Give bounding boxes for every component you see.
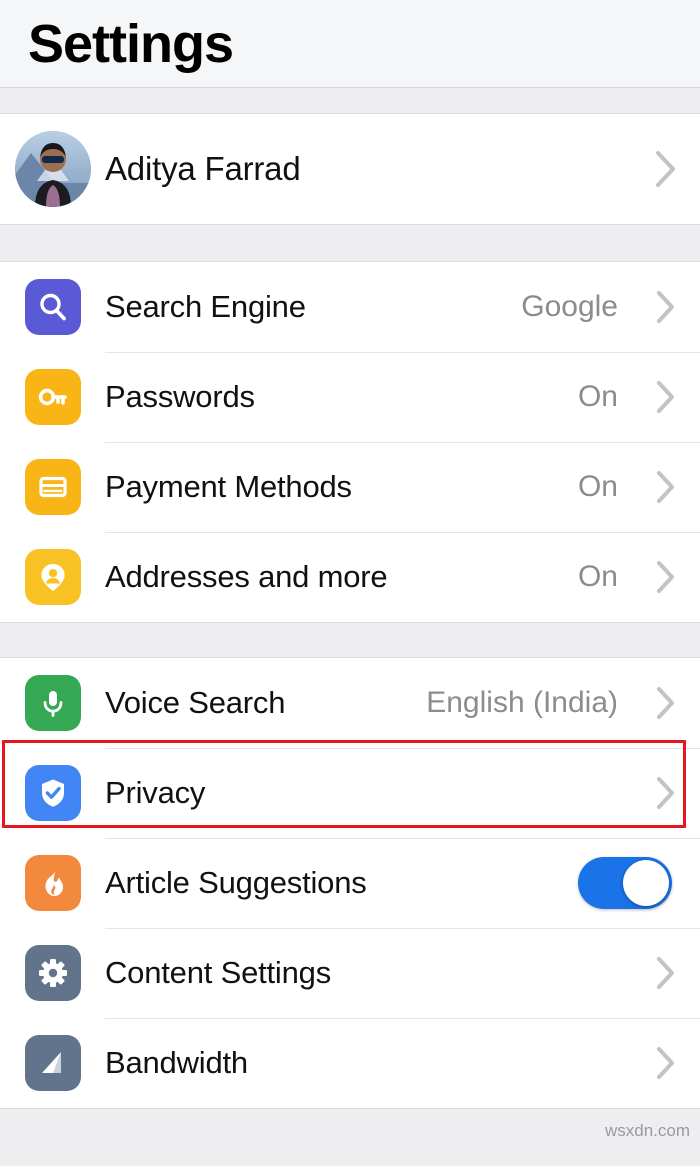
flame-icon (24, 855, 81, 911)
chevron-right-icon (640, 776, 692, 810)
search-icon (24, 279, 81, 335)
settings-row-passwords[interactable]: Passwords On (0, 352, 700, 442)
row-label: Content Settings (105, 955, 332, 990)
group-spacer-top (0, 88, 700, 114)
icon-slot (0, 369, 105, 425)
settings-row-addresses-and-more[interactable]: Addresses and more On (0, 532, 700, 622)
row-value: On (577, 560, 618, 593)
credit-card-icon (24, 459, 81, 515)
chevron-right-icon (640, 686, 692, 720)
watermark: wsxdn.com (604, 1121, 690, 1140)
microphone-icon (24, 675, 81, 731)
profile-group: Aditya Farrad (0, 114, 700, 224)
toggle-knob (623, 860, 669, 906)
chevron-right-icon (640, 290, 692, 324)
row-label: Addresses and more (105, 559, 388, 594)
profile-name: Aditya Farrad (105, 150, 301, 187)
shield-check-icon (24, 765, 81, 821)
icon-slot (0, 675, 105, 731)
icon-slot (0, 1035, 105, 1091)
avatar-slot (0, 131, 105, 207)
settings-row-search-engine[interactable]: Search Engine Google (0, 262, 700, 352)
chevron-right-icon (640, 150, 692, 188)
icon-slot (0, 459, 105, 515)
bandwidth-icon (24, 1035, 81, 1091)
chevron-right-icon (640, 470, 692, 504)
settings-row-voice-search[interactable]: Voice Search English (India) (0, 658, 700, 748)
row-value: On (577, 380, 618, 413)
gear-icon (24, 945, 81, 1001)
settings-row-content-settings[interactable]: Content Settings (0, 928, 700, 1018)
icon-slot (0, 945, 105, 1001)
row-label: Payment Methods (105, 469, 352, 504)
group-spacer-2 (0, 622, 700, 658)
row-value: Google (521, 290, 618, 323)
key-icon (24, 369, 81, 425)
settings-row-payment-methods[interactable]: Payment Methods On (0, 442, 700, 532)
settings-row-bandwidth[interactable]: Bandwidth (0, 1018, 700, 1108)
row-value: English (India) (426, 686, 618, 719)
avatar (14, 131, 91, 207)
row-value: On (577, 470, 618, 503)
row-label: Search Engine (105, 289, 306, 324)
icon-slot (0, 765, 105, 821)
row-label: Article Suggestions (105, 865, 367, 900)
chevron-right-icon (640, 956, 692, 990)
group-spacer-bottom (0, 1108, 700, 1166)
row-label: Passwords (105, 379, 255, 414)
row-label: Bandwidth (105, 1045, 248, 1080)
settings-row-privacy[interactable]: Privacy (0, 748, 700, 838)
page-title: Settings (28, 13, 234, 74)
privacy-group: Voice Search English (India) Privacy Art… (0, 658, 700, 1108)
icon-slot (0, 855, 105, 911)
chevron-right-icon (640, 380, 692, 414)
profile-row[interactable]: Aditya Farrad (0, 114, 700, 224)
account-group: Search Engine Google Passwords On Paymen… (0, 262, 700, 622)
settings-row-article-suggestions[interactable]: Article Suggestions (0, 838, 700, 928)
settings-header: Settings (0, 0, 700, 88)
article-suggestions-toggle[interactable] (578, 857, 672, 909)
address-pin-icon (24, 549, 81, 605)
row-label: Privacy (105, 775, 206, 810)
icon-slot (0, 279, 105, 335)
icon-slot (0, 549, 105, 605)
group-spacer-1 (0, 224, 700, 262)
chevron-right-icon (640, 560, 692, 594)
row-label: Voice Search (105, 685, 286, 720)
chevron-right-icon (640, 1046, 692, 1080)
